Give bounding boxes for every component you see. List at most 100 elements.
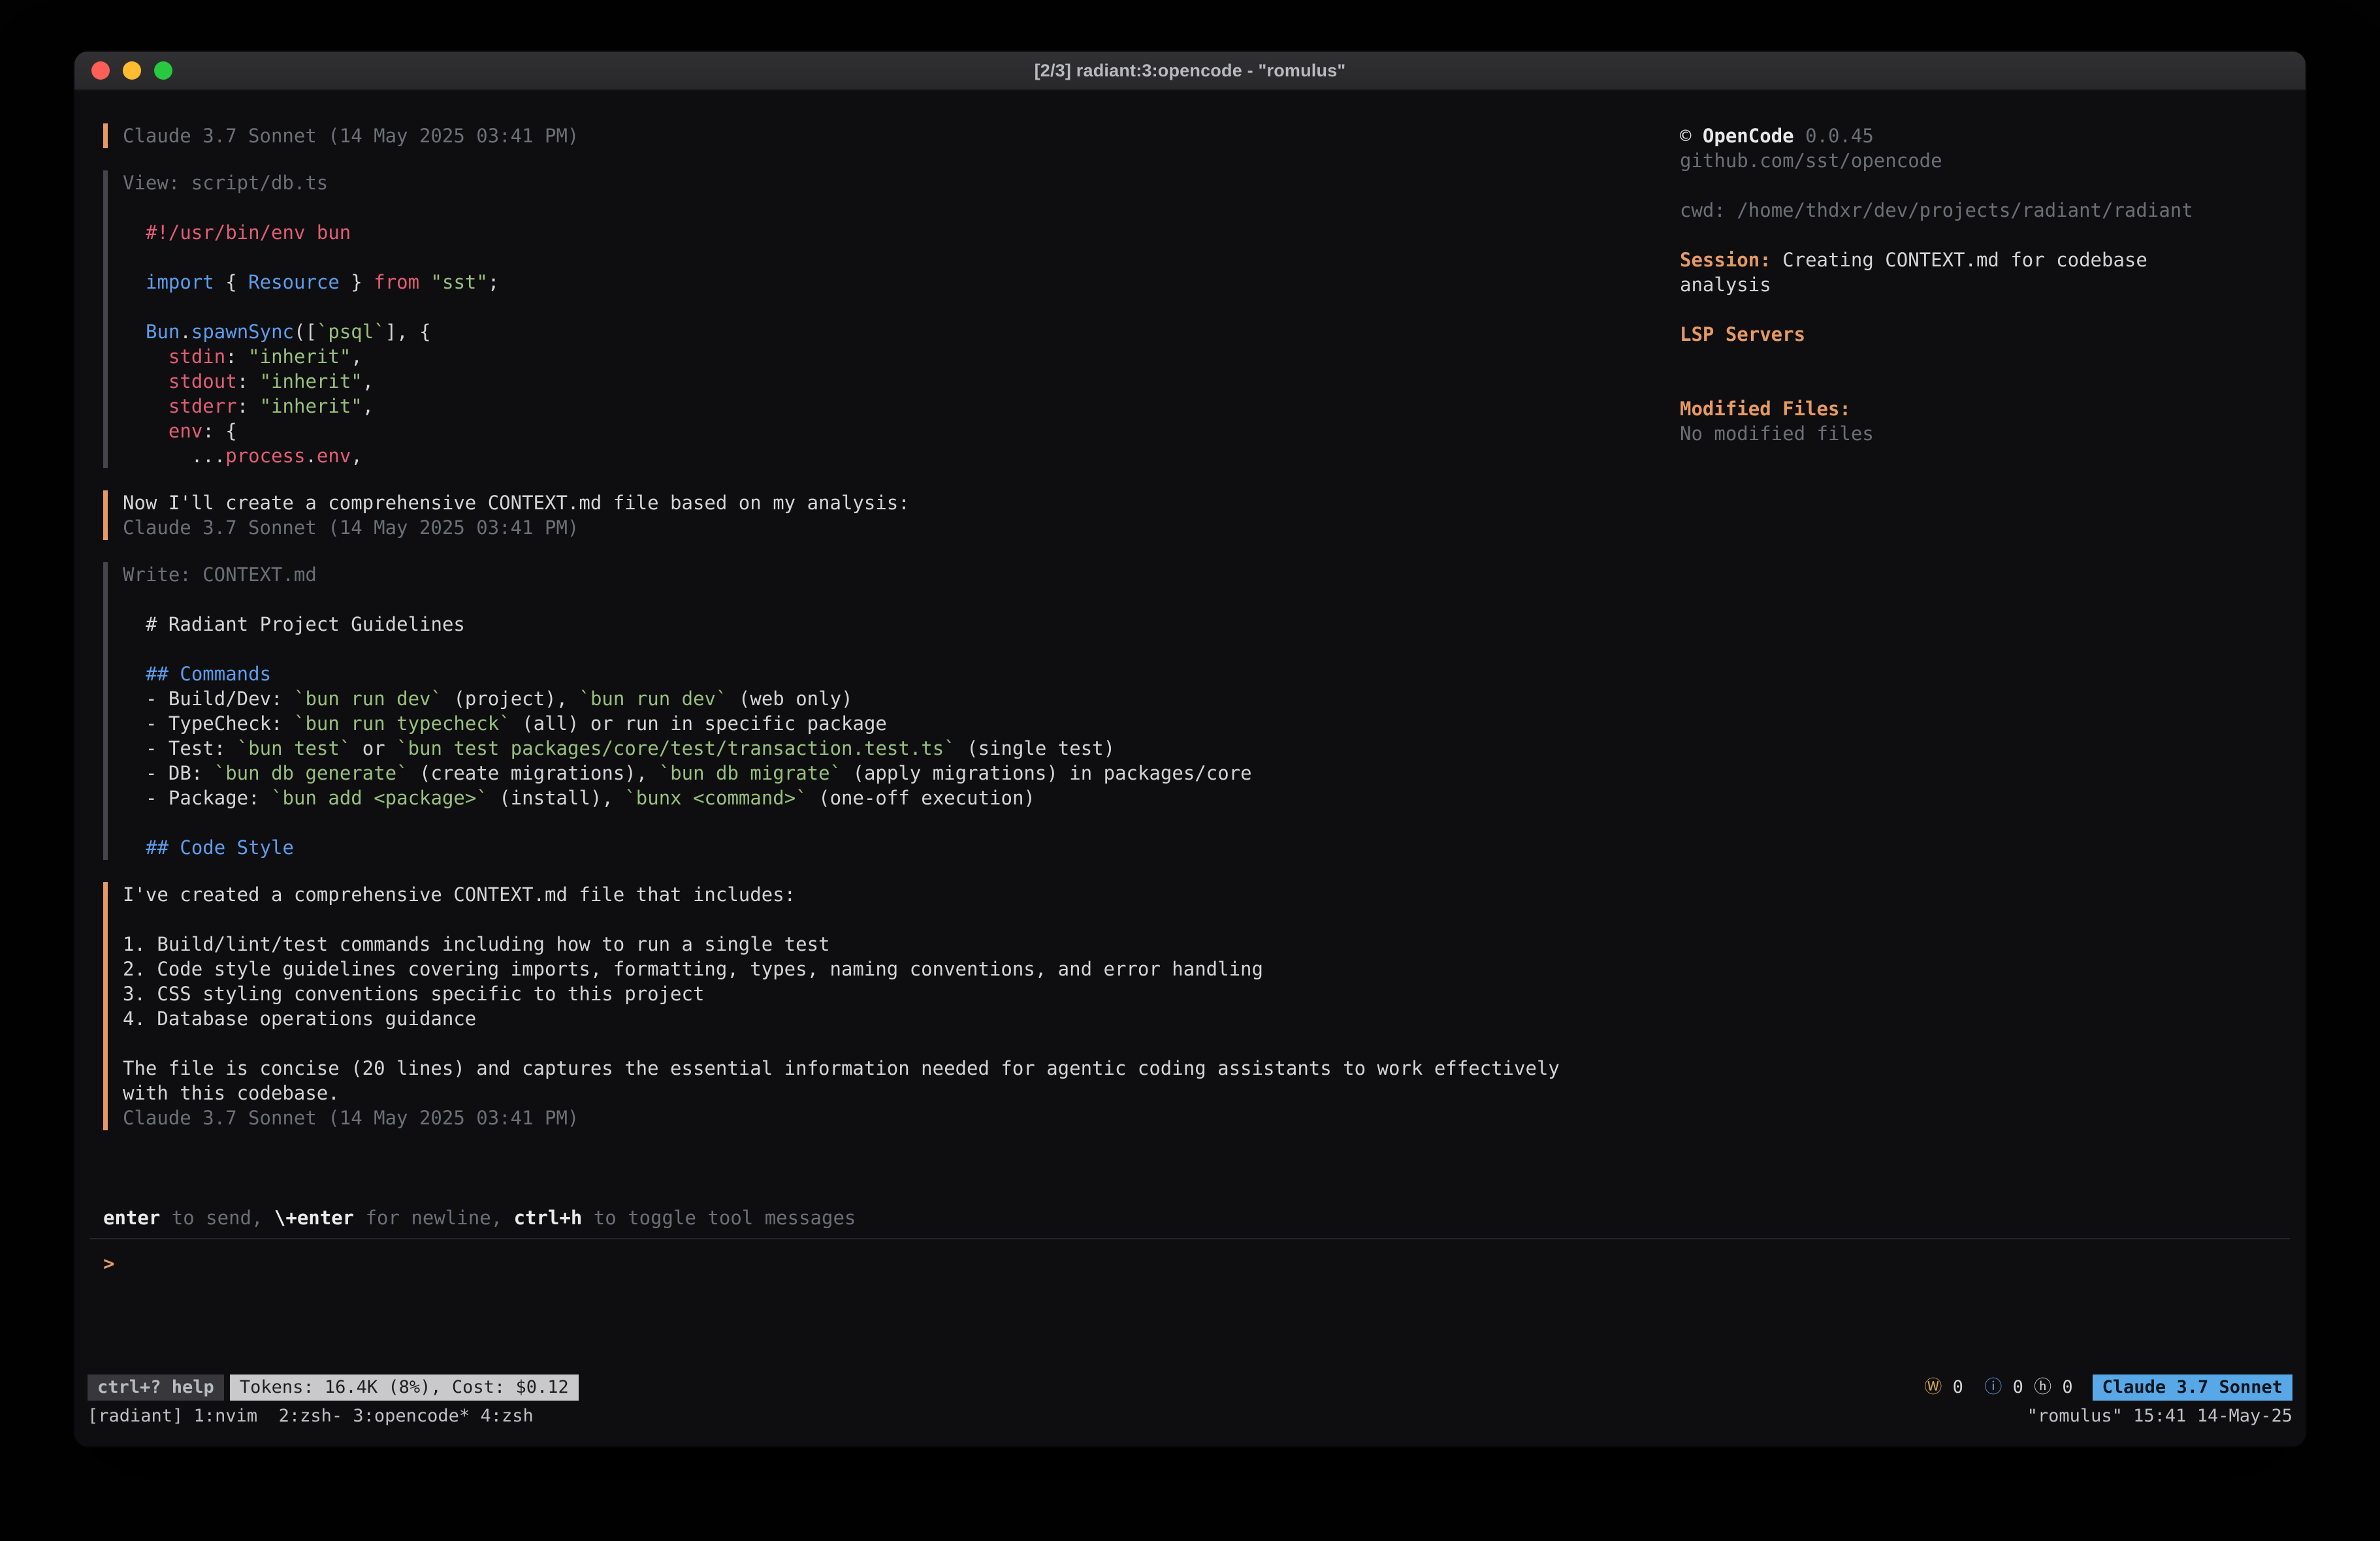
text-segment: - Test: [146,737,237,759]
text-segment: # Radiant Project Guidelines [146,613,465,635]
text-segment: I've created a comprehensive CONTEXT.md … [123,883,796,906]
window-title: [2/3] radiant:3:opencode - "romulus" [1035,61,1346,81]
assistant-message-summary: I've created a comprehensive CONTEXT.md … [103,882,1672,1130]
tool-header: View: script/db.ts [123,170,1672,195]
text-segment: enter [103,1207,160,1229]
text-line [1680,372,2292,396]
text-segment: env [169,420,202,442]
text-line: analysis [1680,272,2292,297]
text-segment: cwd: [1680,199,1737,221]
text-segment: import [146,271,214,293]
text-segment: (apply migrations) in packages/core [841,762,1252,784]
text-segment: 0 [2002,1377,2034,1397]
text-line: ...process.env, [146,443,1672,468]
text-segment: - Build/Dev: [146,688,294,710]
model-badge[interactable]: Claude 3.7 Sonnet [2093,1374,2292,1401]
text-segment: `bun run typecheck` [294,712,511,735]
text-line: 3. CSS styling conventions specific to t… [123,981,1672,1006]
text-line [146,810,1672,835]
text-segment: © [1680,125,1703,147]
text-segment: `bun test` [237,737,351,759]
text-segment [146,345,169,368]
text-line [1680,347,2292,372]
text-segment [146,420,169,442]
text-segment: with this codebase. [123,1082,340,1104]
text-line: Claude 3.7 Sonnet (14 May 2025 03:41 PM) [123,123,1672,148]
text-line: cwd: /home/thdxr/dev/projects/radiant/ra… [1680,198,2292,223]
text-line: stderr: "inherit", [146,394,1672,419]
text-line: ## Commands [146,661,1672,686]
text-segment: : [237,395,260,417]
text-segment: `bun run dev` [579,688,727,710]
tool-output-code: #!/usr/bin/env bunimport { Resource } fr… [123,195,1672,468]
tool-call-write-file: Write: CONTEXT.md # Radiant Project Guid… [103,562,1672,860]
text-segment: "inherit" [260,370,362,392]
text-line [146,294,1672,319]
text-segment: (project), [442,688,579,710]
text-segment: 3. CSS styling conventions specific to t… [123,983,704,1005]
text-segment: `bun add <package>` [271,787,488,809]
text-segment: . [305,445,316,467]
desktop: [2/3] radiant:3:opencode - "romulus" Cla… [0,0,2380,1541]
help-badge[interactable]: ctrl+? help [88,1374,224,1401]
text-segment: to toggle tool messages [582,1207,856,1229]
text-segment: - DB: [146,762,214,784]
text-line: 1. Build/lint/test commands including ho… [123,932,1672,957]
text-segment: ## Commands [146,663,271,685]
text-segment: - TypeCheck: [146,712,294,735]
text-segment: or [351,737,396,759]
text-segment: from [374,271,419,293]
text-segment: Ⓦ [1924,1377,1942,1397]
text-line: LSP Servers [1680,322,2292,347]
chat-area: Claude 3.7 Sonnet (14 May 2025 03:41 PM)… [103,123,1672,1238]
text-segment: Creating CONTEXT.md for codebase [1771,249,2147,271]
text-line: Modified Files: [1680,396,2292,421]
text-segment: OpenCode [1703,125,1794,147]
text-segment: /home/thdxr/dev/projects/radiant/radiant [1737,199,2193,221]
minimize-button[interactable] [123,61,141,80]
text-segment: Modified Files: [1680,398,1851,420]
tmux-status-bar[interactable]: [radiant] 1:nvim 2:zsh- 3:opencode* 4:zs… [74,1402,2306,1431]
text-line: Now I'll create a comprehensive CONTEXT.… [123,490,1672,515]
text-line: with this codebase. [123,1081,1672,1105]
text-line [1680,173,2292,198]
text-line [146,637,1672,661]
text-segment: (install), [488,787,625,809]
text-segment: "inherit" [260,395,362,417]
text-line: No modified files [1680,421,2292,446]
text-line: - Package: `bun add <package>` (install)… [146,786,1672,810]
text-segment: stdout [169,370,237,392]
text-segment: to send, [160,1207,274,1229]
text-segment: (web only) [727,688,852,710]
text-segment: Claude 3.7 Sonnet (14 May 2025 03:41 PM) [123,125,579,147]
text-segment: "inherit" [248,345,351,368]
text-line [123,1031,1672,1056]
text-segment: Write: CONTEXT.md [123,564,317,586]
text-segment: , [362,395,374,417]
text-segment: , [362,370,374,392]
text-segment: : { [202,420,236,442]
tokens-cost-badge: Tokens: 16.4K (8%), Cost: $0.12 [230,1374,579,1401]
text-segment: No modified files [1680,422,1874,445]
text-segment: `bunx <command>` [624,787,807,809]
text-line: env: { [146,419,1672,443]
text-segment: ], { [385,321,431,343]
text-line: github.com/sst/opencode [1680,148,2292,173]
close-button[interactable] [91,61,110,80]
prompt-input[interactable]: > [74,1239,2306,1373]
text-segment [146,370,169,392]
text-segment: (all) or run in specific package [511,712,887,735]
text-segment: : [225,345,248,368]
text-segment: Bun [146,321,180,343]
text-segment: (create migrations), [408,762,659,784]
titlebar[interactable]: [2/3] radiant:3:opencode - "romulus" [74,52,2306,91]
tmux-window-list[interactable]: [radiant] 1:nvim 2:zsh- 3:opencode* 4:zs… [88,1404,534,1429]
text-segment: 1. Build/lint/test commands including ho… [123,933,830,955]
zoom-button[interactable] [154,61,172,80]
text-segment: analysis [1680,274,1771,296]
tool-call-view-file: View: script/db.ts #!/usr/bin/env bunimp… [103,170,1672,468]
text-segment: Session: [1680,249,1771,271]
text-line [123,907,1672,932]
text-line: 2. Code style guidelines covering import… [123,957,1672,981]
keybind-help: enter to send, \+enter for newline, ctrl… [103,1205,1672,1230]
